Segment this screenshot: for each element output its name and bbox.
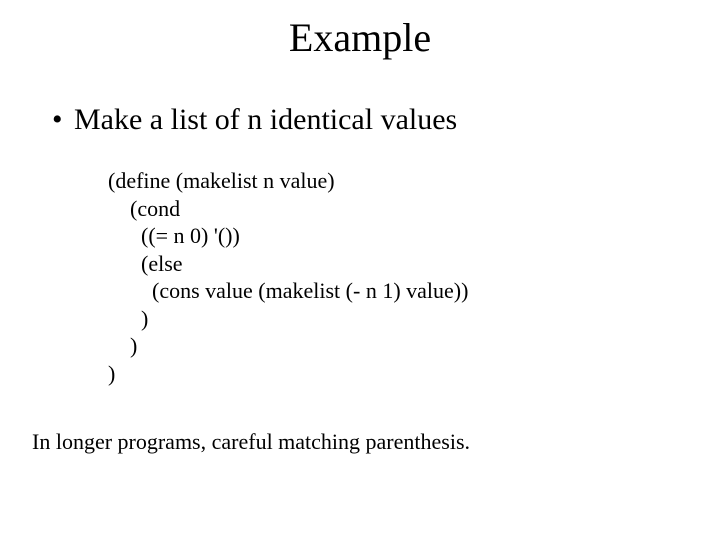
- code-line: ): [108, 306, 148, 331]
- code-line: ((= n 0) '()): [108, 223, 240, 248]
- code-line: (else: [108, 251, 183, 276]
- code-line: (define (makelist n value): [108, 168, 335, 193]
- code-line: (cons value (makelist (- n 1) value)): [108, 278, 468, 303]
- code-line: ): [108, 361, 115, 386]
- code-line: ): [108, 333, 137, 358]
- code-block: (define (makelist n value) (cond ((= n 0…: [108, 167, 720, 387]
- bullet-item: • Make a list of n identical values: [52, 103, 720, 137]
- code-line: (cond: [108, 196, 180, 221]
- bullet-text: Make a list of n identical values: [74, 103, 457, 137]
- slide-title: Example: [0, 0, 720, 61]
- bullet-marker: •: [52, 103, 74, 137]
- footer-text: In longer programs, careful matching par…: [32, 429, 720, 455]
- slide: Example • Make a list of n identical val…: [0, 0, 720, 540]
